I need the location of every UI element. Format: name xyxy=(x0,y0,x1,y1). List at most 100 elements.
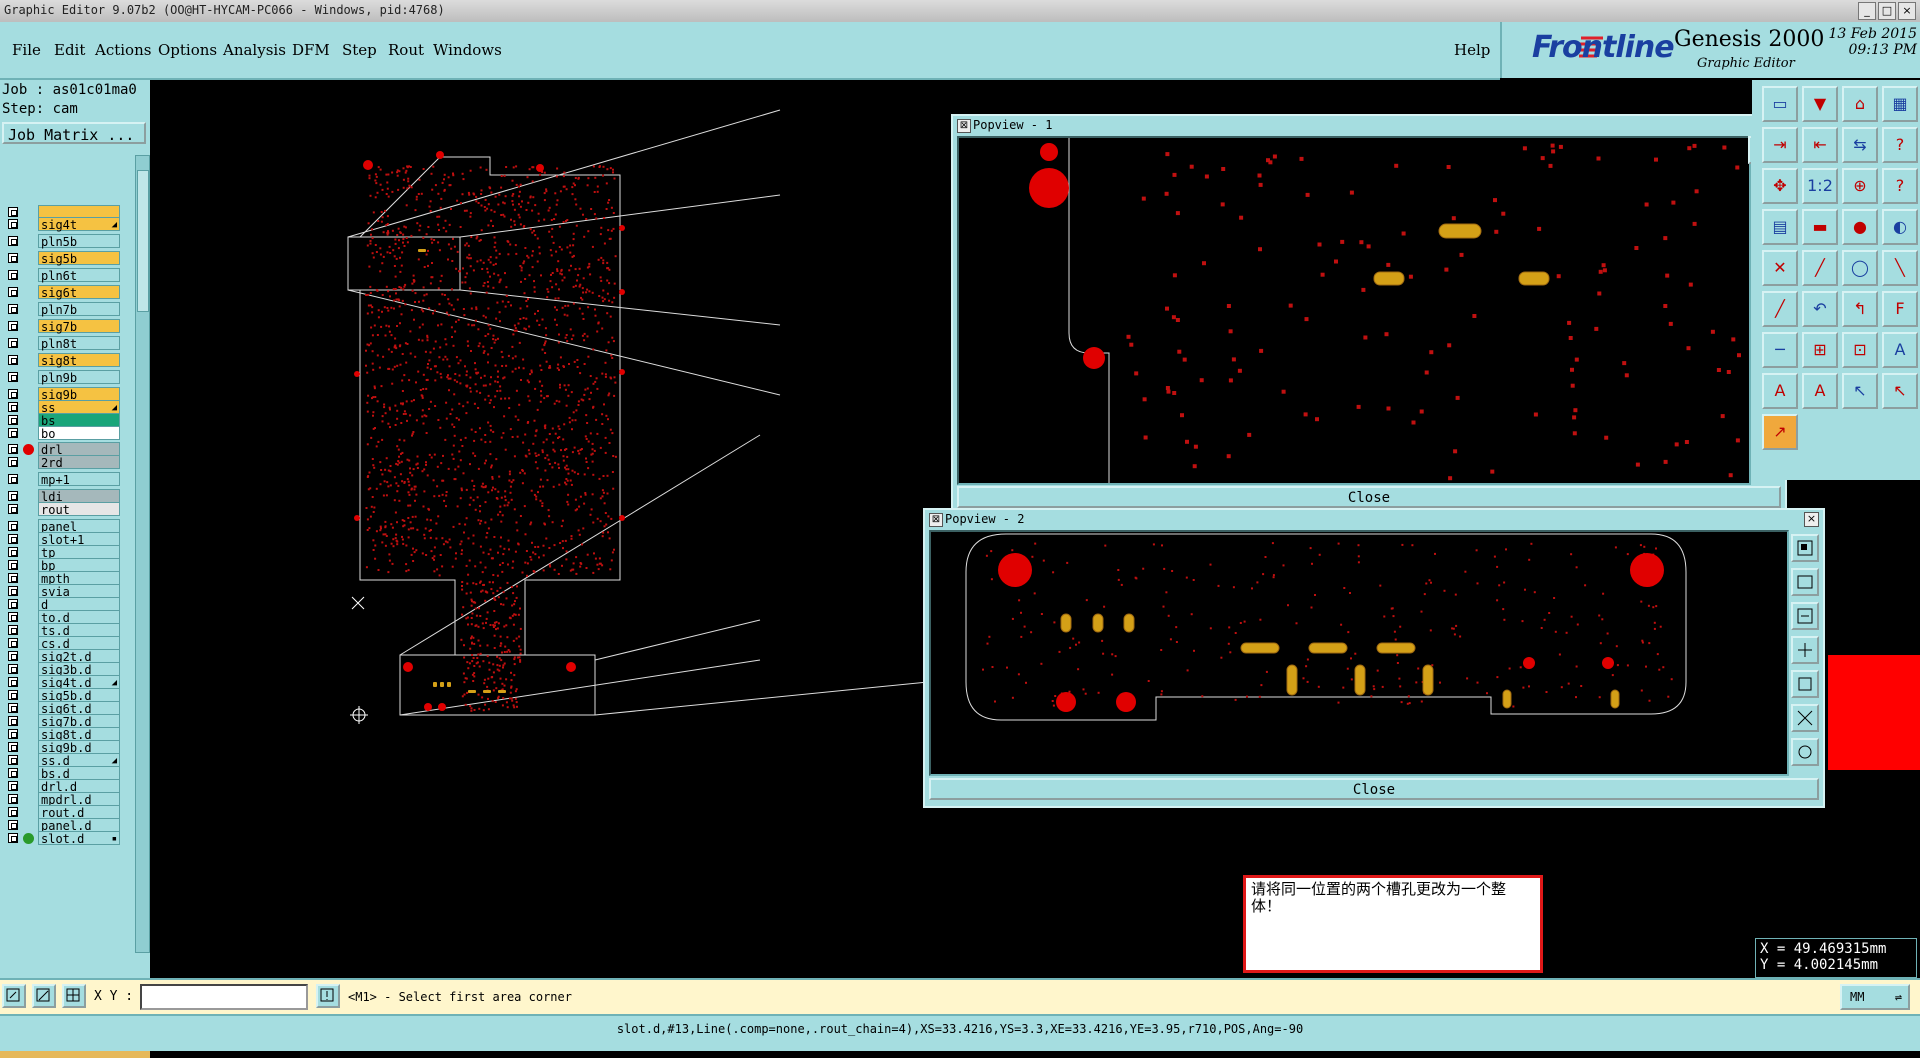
group-icon[interactable]: ⊡ xyxy=(1842,332,1878,368)
layer-name[interactable]: slot.d ▪ xyxy=(38,831,120,846)
layer-name[interactable]: ss ◢ xyxy=(38,400,120,415)
help-icon[interactable]: ? xyxy=(1882,127,1918,163)
pointer-icon[interactable]: ↖ xyxy=(1882,373,1918,409)
layer-name[interactable]: mp+1 xyxy=(38,472,120,487)
layer-checkbox[interactable] xyxy=(8,612,18,622)
layer-row[interactable]: sig8t xyxy=(2,353,120,368)
cross-icon[interactable]: ◯ xyxy=(1842,250,1878,286)
home-icon[interactable]: ⌂ xyxy=(1842,86,1878,122)
layer-row[interactable]: sig7b xyxy=(2,319,120,334)
draw-icon[interactable] xyxy=(32,984,56,1008)
layer-checkbox[interactable] xyxy=(8,716,18,726)
layer-name[interactable]: sig5b.d xyxy=(38,688,120,703)
layer-name[interactable]: bp xyxy=(38,558,120,573)
layer-name[interactable]: rout xyxy=(38,502,120,517)
layer-name[interactable]: panel.d xyxy=(38,818,120,833)
layer-name[interactable]: sig4t.d ◢ xyxy=(38,675,120,690)
layer-row[interactable]: pln8t xyxy=(2,336,120,351)
popview-2-pan-icon[interactable] xyxy=(1791,636,1819,664)
save-icon[interactable]: ▭ xyxy=(1762,86,1798,122)
layer-row[interactable]: pln5b xyxy=(2,234,120,249)
layer-name[interactable]: bs xyxy=(38,413,120,428)
layer-name[interactable]: sig8t.d xyxy=(38,727,120,742)
open-icon[interactable]: ▼ xyxy=(1802,86,1838,122)
layer-name[interactable]: 2rd xyxy=(38,455,120,470)
point-icon[interactable]: ╲ xyxy=(1882,250,1918,286)
scale-icon[interactable]: ⇆ xyxy=(1842,127,1878,163)
popview-2-expand-icon[interactable] xyxy=(1791,704,1819,732)
layer-name[interactable]: sig9b.d xyxy=(38,740,120,755)
layer-row[interactable]: rout xyxy=(2,502,120,517)
menu-windows[interactable]: Windows xyxy=(433,41,502,59)
layer-row[interactable]: sig5b xyxy=(2,251,120,266)
layer-name[interactable]: sig6t.d xyxy=(38,701,120,716)
layer-row[interactable]: slot.d ▪ xyxy=(2,831,120,846)
grid-icon[interactable]: ▤ xyxy=(1762,209,1798,245)
layer-name[interactable]: sig9b xyxy=(38,387,120,402)
layer-name[interactable]: sig4t ◢ xyxy=(38,217,120,232)
layer-checkbox[interactable] xyxy=(8,807,18,817)
popview-2-home-icon[interactable] xyxy=(1791,568,1819,596)
flip-icon[interactable]: F xyxy=(1882,291,1918,327)
layer-name[interactable]: bs.d xyxy=(38,766,120,781)
layer-checkbox[interactable] xyxy=(8,444,18,454)
layer-name[interactable]: panel xyxy=(38,519,120,534)
layer-checkbox[interactable] xyxy=(8,253,18,263)
menu-dfm[interactable]: DFM xyxy=(292,41,330,59)
text-c-icon[interactable]: A xyxy=(1802,373,1838,409)
text-b-icon[interactable]: A xyxy=(1762,373,1798,409)
layer-name[interactable]: pln5b xyxy=(38,234,120,249)
layer-name[interactable]: pln8t xyxy=(38,336,120,351)
layer-checkbox[interactable] xyxy=(8,833,18,843)
layer-name[interactable]: pln9b xyxy=(38,370,120,385)
circle-icon[interactable]: ╱ xyxy=(1802,250,1838,286)
layer-name[interactable]: cs.d xyxy=(38,636,120,651)
layer-checkbox[interactable] xyxy=(8,625,18,635)
layer-name[interactable]: mpth xyxy=(38,571,120,586)
layer-name[interactable]: sig5b xyxy=(38,251,120,266)
layer-checkbox[interactable] xyxy=(8,287,18,297)
layer-checkbox[interactable] xyxy=(8,729,18,739)
layer-checkbox[interactable] xyxy=(8,474,18,484)
zoom-icon[interactable]: ⊕ xyxy=(1842,168,1878,204)
popview-2-close-button[interactable]: Close xyxy=(929,778,1819,800)
scrollbar-thumb[interactable] xyxy=(137,170,149,312)
layer-scrollbar[interactable] xyxy=(135,155,150,953)
text-a-icon[interactable]: A xyxy=(1882,332,1918,368)
menu-actions[interactable]: Actions xyxy=(95,41,151,59)
layer-checkbox[interactable] xyxy=(8,573,18,583)
layer-checkbox[interactable] xyxy=(8,304,18,314)
layer-checkbox[interactable] xyxy=(8,207,18,217)
menu-edit[interactable]: Edit xyxy=(54,41,85,59)
layer-row[interactable]: bo xyxy=(2,426,120,441)
window-icon[interactable]: ▦ xyxy=(1882,86,1918,122)
undo-icon[interactable] xyxy=(2,984,26,1008)
popview-2-center-icon[interactable] xyxy=(1791,738,1819,766)
layer-name[interactable]: rout.d xyxy=(38,805,120,820)
layer-name[interactable]: slot+1 xyxy=(38,532,120,547)
layer-icon[interactable]: ● xyxy=(1842,209,1878,245)
popview-2-view[interactable] xyxy=(929,530,1789,776)
layer-checkbox[interactable] xyxy=(8,599,18,609)
snap-icon[interactable]: ⇥ xyxy=(1762,127,1798,163)
layer-checkbox[interactable] xyxy=(8,690,18,700)
layer-checkbox[interactable] xyxy=(8,742,18,752)
measure-icon[interactable]: ▬ xyxy=(1802,209,1838,245)
layer-checkbox[interactable] xyxy=(8,415,18,425)
layer-checkbox[interactable] xyxy=(8,820,18,830)
layer-checkbox[interactable] xyxy=(8,372,18,382)
layer-checkbox[interactable] xyxy=(8,586,18,596)
layer-name[interactable]: sig8t xyxy=(38,353,120,368)
layer-name[interactable]: pln6t xyxy=(38,268,120,283)
layer-row[interactable]: sig4t ◢ xyxy=(2,217,120,232)
ratio-icon[interactable]: 1:2 xyxy=(1802,168,1838,204)
close-window-button[interactable]: × xyxy=(1898,2,1916,20)
question-icon[interactable]: ? xyxy=(1882,168,1918,204)
layer-checkbox[interactable] xyxy=(8,491,18,501)
arc-icon[interactable]: ╱ xyxy=(1762,291,1798,327)
layer-name[interactable]: svia xyxy=(38,584,120,599)
layer-row[interactable]: 2rd xyxy=(2,455,120,470)
info-icon[interactable] xyxy=(316,984,340,1008)
layer-name[interactable]: d xyxy=(38,597,120,612)
layer-checkbox[interactable] xyxy=(8,428,18,438)
